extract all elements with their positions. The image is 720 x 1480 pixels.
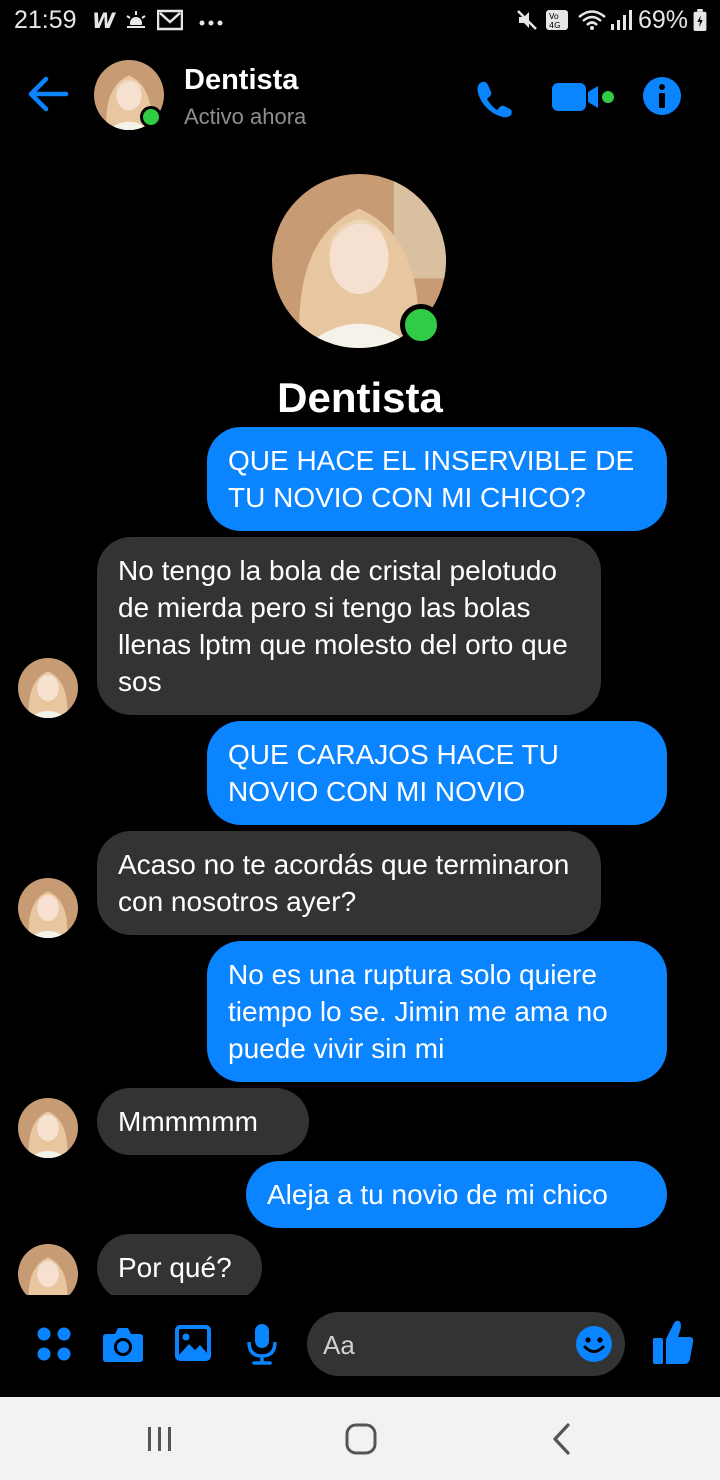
microphone-icon[interactable] [246,1322,278,1366]
message-input-pill [307,1312,625,1378]
gallery-icon[interactable] [174,1324,212,1362]
signal-icon [611,10,632,30]
avatar [18,1098,78,1158]
back-nav-icon[interactable] [548,1419,578,1459]
message-list: QUE HACE EL INSERVIBLE DE TU NOVIO CON M… [0,420,720,1295]
svg-text:Vo: Vo [549,12,559,21]
more-dots-icon [199,20,223,26]
avatar-photo [18,1244,78,1295]
svg-text:W: W [92,9,116,31]
message-bubble-incoming[interactable]: No tengo la bola de cristal pelotudo de … [97,537,601,715]
message-bubble-outgoing[interactable]: No es una ruptura solo quiere tiempo lo … [207,941,667,1082]
message-bubble-incoming[interactable]: Mmmmmm [97,1088,309,1155]
status-time: 21:59 [14,6,77,34]
profile-name: Dentista [277,374,443,421]
message-input[interactable] [321,1312,575,1378]
phone-icon[interactable] [474,78,514,118]
emoji-icon[interactable] [575,1325,613,1363]
message-bubble-incoming[interactable]: Acaso no te acordás que terminaron con n… [97,831,601,935]
recent-apps-icon[interactable] [145,1419,175,1459]
message-composer [0,1295,720,1397]
avatar-photo [18,1098,78,1158]
info-icon[interactable] [642,76,682,116]
apps-menu-icon[interactable] [36,1326,72,1362]
avatar-photo [18,658,78,718]
message-bubble-outgoing[interactable]: Aleja a tu novio de mi chico [246,1161,667,1228]
weather-icon [126,11,146,29]
system-navigation-bar [0,1397,720,1480]
message-bubble-outgoing[interactable]: QUE CARAJOS HACE TU NOVIO CON MI NOVIO [207,721,667,825]
camera-icon[interactable] [102,1325,144,1363]
chat-header: Dentista Activo ahora [0,44,720,154]
wifi-icon [578,10,606,30]
thumbs-up-icon[interactable] [652,1319,694,1365]
gmail-icon [157,9,183,31]
online-indicator-large [400,304,442,346]
volte-4g-icon: Vo 4G [546,10,568,30]
contact-status: Activo ahora [184,104,307,129]
status-bar: 21:59 W Vo 4G 69% [0,0,720,44]
svg-text:4G: 4G [549,21,560,30]
avatar [18,658,78,718]
avatar [18,1244,78,1295]
mute-icon [517,10,537,30]
avatar-photo [18,878,78,938]
home-icon[interactable] [343,1419,379,1459]
back-arrow-icon[interactable] [26,74,72,114]
battery-icon [693,9,707,31]
message-bubble-outgoing[interactable]: QUE HACE EL INSERVIBLE DE TU NOVIO CON M… [207,427,667,531]
battery-percent: 69% [638,6,689,34]
w-app-icon: W [92,9,116,31]
video-icon[interactable] [550,80,616,114]
contact-name[interactable]: Dentista [184,64,298,97]
avatar [18,878,78,938]
message-bubble-incoming[interactable]: Por qué? [97,1234,262,1295]
online-indicator [140,106,162,128]
